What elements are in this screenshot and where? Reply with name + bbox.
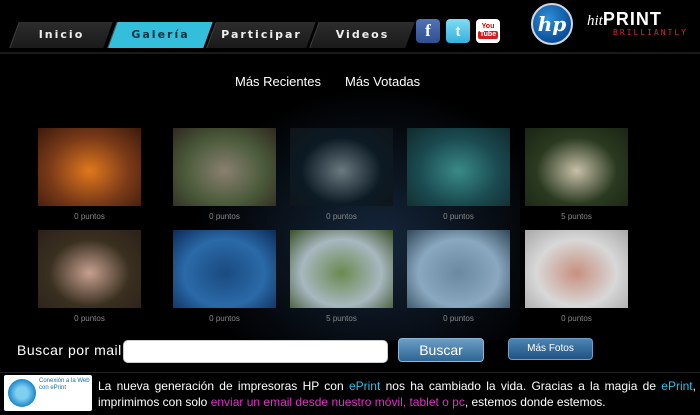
- youtube-tube: Tube: [477, 31, 499, 39]
- twitter-icon[interactable]: t: [446, 19, 470, 43]
- logo-hit: hit: [587, 13, 603, 29]
- photo-thumbnail[interactable]: [173, 230, 276, 308]
- eprint-badge-text: Conexión a la Web con ePrint: [39, 378, 90, 391]
- photo-points: 0 puntos: [443, 314, 474, 323]
- tab-participar[interactable]: Participar: [206, 22, 316, 48]
- photo-thumbnail[interactable]: [525, 230, 628, 308]
- tab-label: Videos: [335, 28, 390, 41]
- hit-print-logo: hitPRINT: [587, 9, 662, 30]
- youtube-icon[interactable]: You Tube: [476, 19, 500, 43]
- more-photos-button[interactable]: Más Fotos: [508, 338, 593, 360]
- hp-logo[interactable]: hp: [531, 3, 573, 45]
- facebook-icon[interactable]: f: [416, 19, 440, 43]
- photo-points: 0 puntos: [209, 314, 240, 323]
- eprint-globe-icon: [8, 379, 36, 407]
- tab-label: Galería: [131, 28, 190, 41]
- footer-text-part: , estemos donde estemos.: [464, 395, 606, 409]
- tab-label: Participar: [221, 28, 302, 41]
- tab-mas-recientes[interactable]: Más Recientes: [235, 74, 321, 89]
- search-button[interactable]: Buscar: [398, 338, 484, 362]
- photo-thumbnail[interactable]: [290, 128, 393, 206]
- photo-points: 0 puntos: [74, 314, 105, 323]
- logo-print: PRINT: [602, 9, 662, 29]
- tab-videos[interactable]: Videos: [309, 22, 415, 48]
- search-input[interactable]: [123, 340, 388, 363]
- email-highlight: enviar un email desde nuestro móvil, tab…: [210, 395, 465, 409]
- photo-points: 0 puntos: [74, 212, 105, 221]
- search-label: Buscar por mail:: [17, 342, 127, 358]
- photo-points: 0 puntos: [209, 212, 240, 221]
- photo-points: 5 puntos: [561, 212, 592, 221]
- main-nav: Inicio Galería Participar Videos: [8, 22, 415, 48]
- photo-points: 5 puntos: [326, 314, 357, 323]
- header-divider: [0, 52, 700, 54]
- brand-tagline: BRILLIANTLY: [613, 28, 688, 37]
- photo-points: 0 puntos: [443, 212, 474, 221]
- photo-thumbnail[interactable]: [38, 230, 141, 308]
- tab-galeria[interactable]: Galería: [107, 22, 213, 48]
- youtube-you: You: [481, 23, 495, 30]
- photo-thumbnail[interactable]: [525, 128, 628, 206]
- photo-thumbnail[interactable]: [290, 230, 393, 308]
- photo-points: 0 puntos: [326, 212, 357, 221]
- photo-thumbnail[interactable]: [173, 128, 276, 206]
- tab-label: Inicio: [38, 28, 85, 41]
- photo-thumbnail[interactable]: [407, 230, 510, 308]
- tab-inicio[interactable]: Inicio: [9, 22, 113, 48]
- footer-text-part: nos ha cambiado la vida. Gracias a la ma…: [380, 379, 662, 393]
- eprint-badge[interactable]: Conexión a la Web con ePrint: [4, 375, 92, 411]
- photo-thumbnail[interactable]: [38, 128, 141, 206]
- photo-points: 0 puntos: [561, 314, 592, 323]
- eprint-highlight: ePrint: [348, 379, 381, 393]
- footer-text-part: La nueva generación de impresoras HP con: [98, 379, 349, 393]
- footer-text: La nueva generación de impresoras HP con…: [98, 378, 696, 410]
- photo-thumbnail[interactable]: [407, 128, 510, 206]
- eprint-highlight: ePrint: [661, 379, 693, 393]
- tab-mas-votadas[interactable]: Más Votadas: [345, 74, 420, 89]
